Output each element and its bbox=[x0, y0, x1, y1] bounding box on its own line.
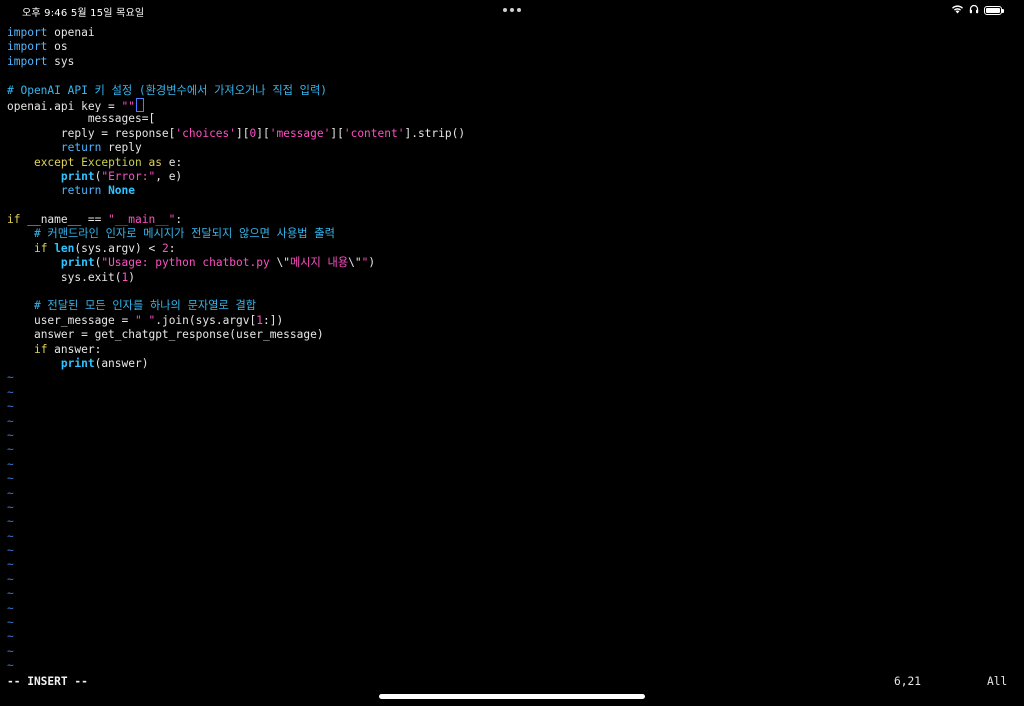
tilde-line: ~ bbox=[7, 587, 14, 601]
code-line-8: reply = response['choices'][0]['message'… bbox=[7, 126, 466, 140]
cursor-position: 6,21 bbox=[894, 675, 921, 688]
code-line-9: return reply bbox=[60, 141, 142, 155]
tilde-line: ~ bbox=[7, 630, 14, 644]
code-line-21: user_message = " ".join(sys.argv[1:]) bbox=[33, 313, 284, 327]
tilde-line: ~ bbox=[7, 486, 14, 500]
code-line-10: except Exception as e: bbox=[33, 155, 183, 169]
status-time: 오후 9:46 bbox=[22, 8, 68, 19]
tilde-line: ~ bbox=[7, 515, 14, 529]
tilde-line: ~ bbox=[7, 472, 14, 486]
tilde-line: ~ bbox=[7, 443, 14, 457]
vim-editor-buffer[interactable]: import openai import os import sys # Ope… bbox=[7, 26, 1017, 674]
insert-mode-indicator: -- INSERT -- bbox=[7, 675, 88, 688]
tilde-line: ~ bbox=[7, 500, 14, 514]
tilde-line: ~ bbox=[7, 544, 14, 558]
code-line-14: if __name__ == "__main__": bbox=[7, 213, 183, 227]
code-line-20: # 전달된 모든 인자를 하나의 문자열로 결합 bbox=[33, 299, 257, 313]
status-bar: 오후 9:46 5월 15일 목요일 bbox=[0, 0, 1024, 22]
empty-line-markers: ~ ~ ~ ~ ~ ~ ~ ~ ~ ~ ~ ~ ~ ~ ~ ~ ~ ~ ~ ~ ~ bbox=[7, 371, 1017, 673]
code-line-22: answer = get_chatgpt_response(user_messa… bbox=[33, 328, 324, 342]
code-line-6: openai.api_key = "" bbox=[7, 97, 1017, 112]
text-cursor bbox=[136, 97, 144, 112]
code-line-5: # OpenAI API 키 설정 (환경변수에서 가져오거나 직접 입력) bbox=[7, 83, 327, 97]
code-line-15: # 커맨드라인 인자로 메시지가 전달되지 않으면 사용법 출력 bbox=[33, 227, 335, 241]
code-line-18: sys.exit(1) bbox=[60, 270, 136, 284]
tilde-line: ~ bbox=[7, 414, 14, 428]
tilde-line: ~ bbox=[7, 457, 14, 471]
tilde-line: ~ bbox=[7, 572, 14, 586]
code-line-11: print("Error:", e) bbox=[60, 169, 183, 183]
tilde-line: ~ bbox=[7, 659, 14, 673]
code-line-12: return None bbox=[60, 184, 136, 198]
wifi-icon bbox=[951, 4, 964, 17]
code-line-3: import sys bbox=[7, 54, 75, 68]
code-line-2: import os bbox=[7, 40, 68, 54]
multitasking-dots-icon[interactable] bbox=[503, 8, 521, 12]
code-line-1: import openai bbox=[7, 26, 95, 39]
tilde-line: ~ bbox=[7, 400, 14, 414]
code-line-23: if answer: bbox=[33, 342, 102, 356]
status-icons bbox=[951, 4, 1004, 17]
tilde-line: ~ bbox=[7, 558, 14, 572]
tilde-line: ~ bbox=[7, 644, 14, 658]
tilde-line: ~ bbox=[7, 428, 14, 442]
code-line-7: messages=[ bbox=[7, 112, 156, 126]
vim-status-line: -- INSERT -- 6,21 All bbox=[7, 675, 1017, 689]
tilde-line: ~ bbox=[7, 385, 14, 399]
tilde-line: ~ bbox=[7, 616, 14, 630]
headphones-icon bbox=[969, 4, 979, 17]
status-date: 5월 15일 목요일 bbox=[70, 8, 145, 19]
tilde-line: ~ bbox=[7, 529, 14, 543]
scroll-position: All bbox=[987, 675, 1008, 688]
code-line-17: print("Usage: python chatbot.py \"메시지 내용… bbox=[60, 256, 376, 270]
code-line-24: print(answer) bbox=[60, 356, 149, 370]
code-line-16: if len(sys.argv) < 2: bbox=[33, 241, 176, 255]
tilde-line: ~ bbox=[7, 371, 14, 385]
home-indicator[interactable] bbox=[379, 694, 645, 699]
battery-icon bbox=[984, 6, 1004, 15]
status-time-date: 오후 9:46 5월 15일 목요일 bbox=[22, 4, 144, 19]
tilde-line: ~ bbox=[7, 601, 14, 615]
